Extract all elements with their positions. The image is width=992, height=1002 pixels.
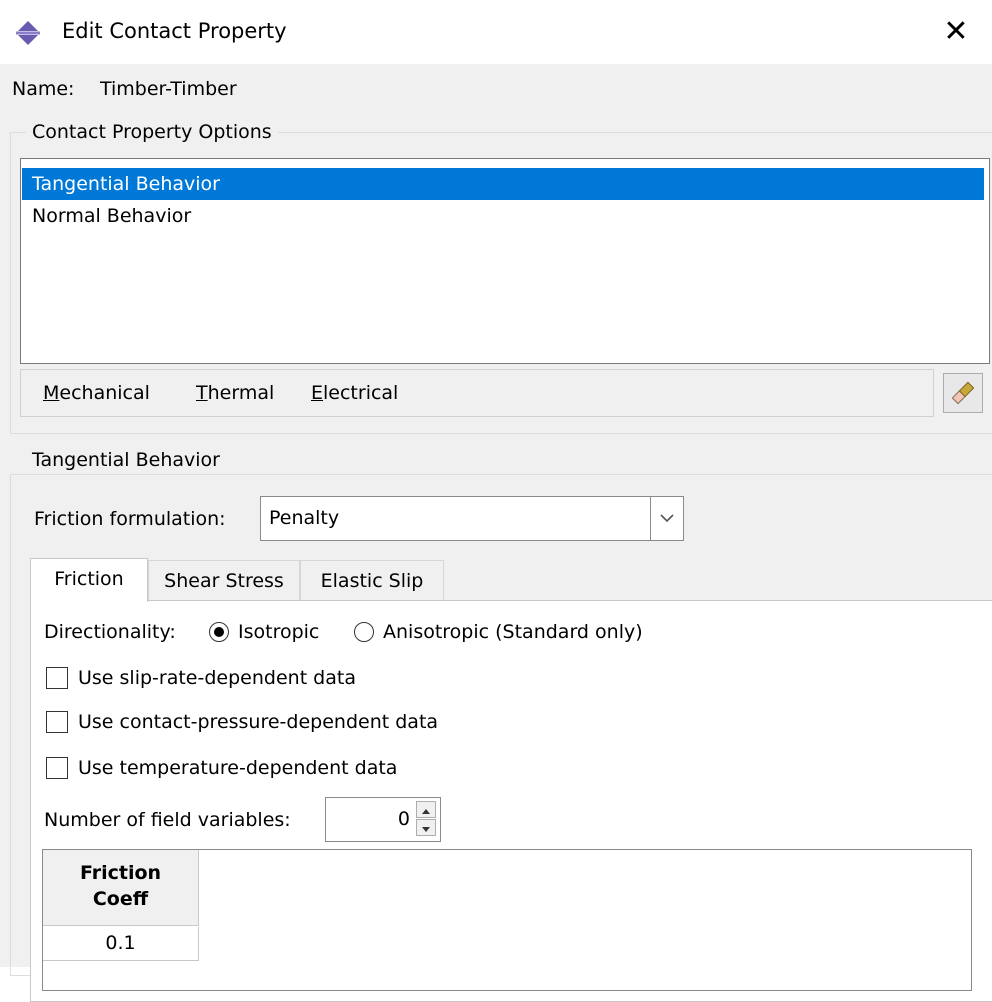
caret-up-icon (422, 809, 430, 814)
abaqus-contact-icon (14, 19, 42, 47)
friction-formulation-select[interactable]: Penalty (260, 496, 684, 541)
menu-electrical[interactable]: Electrical (311, 370, 398, 416)
tangential-behavior-legend: Tangential Behavior (26, 448, 226, 472)
list-item-normal-behavior[interactable]: Normal Behavior (22, 200, 984, 232)
delete-option-button[interactable] (943, 373, 983, 413)
caret-down-icon (422, 827, 430, 832)
spinner-up-button[interactable] (416, 801, 436, 818)
tab-elastic-slip[interactable]: Elastic Slip (300, 560, 444, 600)
options-menu-bar: Mechanical Thermal Electrical (20, 369, 934, 417)
list-item-tangential-behavior[interactable]: Tangential Behavior (22, 168, 984, 200)
field-variables-spinner[interactable]: 0 (325, 797, 441, 842)
anisotropic-radio[interactable] (354, 622, 374, 642)
friction-coeff-column-header: Friction Coeff (43, 850, 199, 926)
window-title: Edit Contact Property (62, 19, 287, 43)
spinner-down-button[interactable] (416, 819, 436, 836)
temperature-dependent-checkbox[interactable] (46, 757, 68, 779)
menu-mechanical[interactable]: Mechanical (43, 370, 150, 416)
slip-rate-dependent-checkbox[interactable] (46, 667, 68, 689)
contact-property-options-legend: Contact Property Options (26, 120, 278, 144)
contact-property-options-list[interactable]: Tangential Behavior Normal Behavior (20, 158, 990, 364)
eraser-icon (951, 381, 975, 405)
directionality-label: Directionality: (44, 621, 176, 643)
isotropic-label[interactable]: Isotropic (238, 619, 319, 645)
name-label: Name: (12, 78, 75, 100)
column-header-line1: Friction (79, 862, 162, 884)
field-variables-value[interactable]: 0 (398, 798, 410, 841)
slip-rate-dependent-label[interactable]: Use slip-rate-dependent data (78, 665, 356, 691)
close-button[interactable]: ✕ (928, 10, 984, 56)
menu-thermal-mnemonic: T (196, 382, 208, 404)
menu-thermal[interactable]: Thermal (196, 370, 274, 416)
menu-mechanical-label: echanical (59, 382, 150, 404)
isotropic-radio[interactable] (209, 622, 229, 642)
field-variables-label: Number of field variables: (44, 809, 291, 831)
tab-friction[interactable]: Friction (30, 558, 148, 602)
contact-pressure-dependent-label[interactable]: Use contact-pressure-dependent data (78, 709, 438, 735)
menu-thermal-label: hermal (207, 382, 275, 404)
anisotropic-label[interactable]: Anisotropic (Standard only) (383, 619, 643, 645)
contact-pressure-dependent-checkbox[interactable] (46, 711, 68, 733)
menu-electrical-label: lectrical (323, 382, 399, 404)
table-cell[interactable]: 0.1 (43, 927, 199, 961)
menu-electrical-mnemonic: E (311, 382, 324, 404)
temperature-dependent-label[interactable]: Use temperature-dependent data (78, 755, 397, 781)
friction-formulation-value: Penalty (269, 507, 340, 529)
menu-mechanical-mnemonic: M (43, 382, 60, 404)
tab-shear-stress[interactable]: Shear Stress (148, 560, 300, 600)
name-value: Timber-Timber (100, 78, 237, 100)
column-header-line2: Coeff (92, 888, 149, 910)
close-icon: ✕ (943, 14, 969, 49)
friction-formulation-label: Friction formulation: (34, 508, 226, 530)
chevron-down-icon[interactable] (650, 497, 683, 540)
